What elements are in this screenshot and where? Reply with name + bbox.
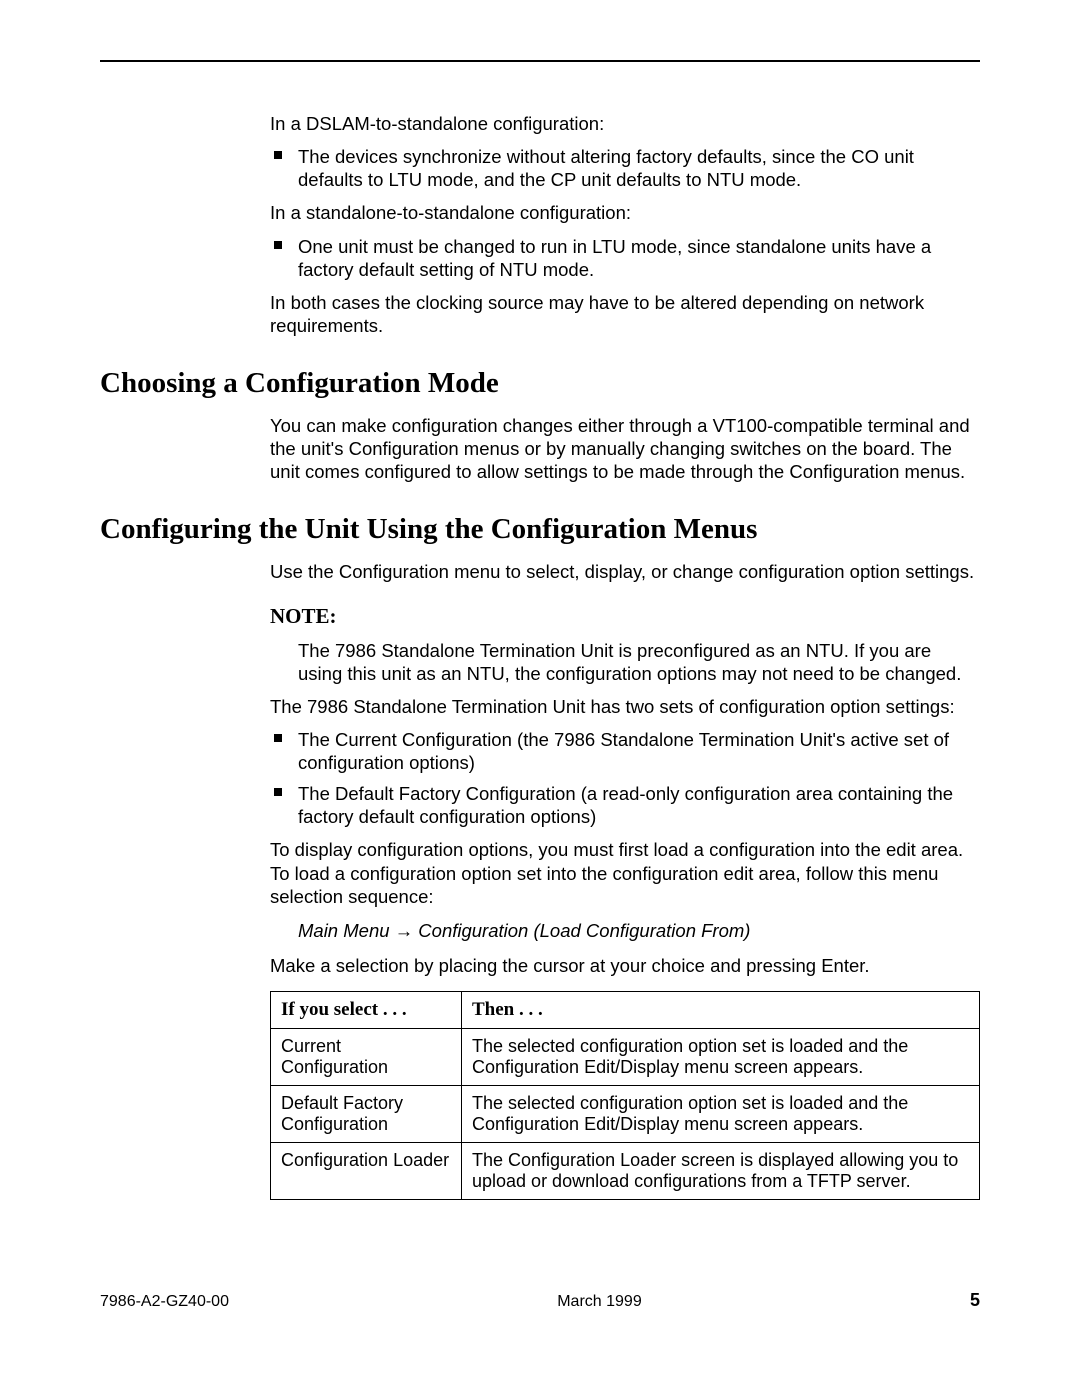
intro-list-1: The devices synchronize without altering…: [270, 145, 980, 191]
sec1-body: You can make configuration changes eithe…: [270, 414, 980, 483]
menuseq-part-b: Configuration (Load Configuration From): [413, 920, 750, 941]
sec2-bullet-1: The Current Configuration (the 7986 Stan…: [270, 728, 980, 774]
sec1-p1: You can make configuration changes eithe…: [270, 414, 980, 483]
sec2-list: The Current Configuration (the 7986 Stan…: [270, 728, 980, 829]
sec2-bullet-2: The Default Factory Configuration (a rea…: [270, 782, 980, 828]
page: In a DSLAM-to-standalone configuration: …: [0, 0, 1080, 1351]
intro-block: In a DSLAM-to-standalone configuration: …: [270, 112, 980, 337]
sec2-p4: Make a selection by placing the cursor a…: [270, 954, 980, 977]
intro-bullet-1: The devices synchronize without altering…: [270, 145, 980, 191]
table-row: Configuration Loader The Configuration L…: [271, 1142, 980, 1199]
intro-bullet-2: One unit must be changed to run in LTU m…: [270, 235, 980, 281]
intro-p2: In a standalone-to-standalone configurat…: [270, 201, 980, 224]
note-body: The 7986 Standalone Termination Unit is …: [298, 639, 980, 685]
arrow-icon: →: [395, 920, 414, 941]
cell-if: Default Factory Configuration: [271, 1085, 462, 1142]
cell-then: The selected configuration option set is…: [462, 1028, 980, 1085]
table-header-if: If you select . . .: [271, 991, 462, 1028]
sec2-p2: The 7986 Standalone Termination Unit has…: [270, 695, 980, 718]
table-row: Default Factory Configuration The select…: [271, 1085, 980, 1142]
table-row: Current Configuration The selected confi…: [271, 1028, 980, 1085]
footer-docid: 7986-A2-GZ40-00: [100, 1293, 229, 1311]
intro-p1: In a DSLAM-to-standalone configuration:: [270, 112, 980, 135]
cell-if: Configuration Loader: [271, 1142, 462, 1199]
cell-then: The selected configuration option set is…: [462, 1085, 980, 1142]
footer-date: March 1999: [557, 1293, 642, 1311]
intro-p3: In both cases the clocking source may ha…: [270, 291, 980, 337]
sec2-p3: To display configuration options, you mu…: [270, 838, 980, 907]
intro-list-2: One unit must be changed to run in LTU m…: [270, 235, 980, 281]
note-block: NOTE: The 7986 Standalone Termination Un…: [270, 604, 980, 685]
top-rule: [100, 60, 980, 62]
table-header-then: Then . . .: [462, 991, 980, 1028]
heading-choosing-mode: Choosing a Configuration Mode: [100, 367, 980, 400]
cell-if: Current Configuration: [271, 1028, 462, 1085]
heading-config-menus: Configuring the Unit Using the Configura…: [100, 513, 980, 546]
menuseq-part-a: Main Menu: [298, 920, 395, 941]
sec2-body: Use the Configuration menu to select, di…: [270, 560, 980, 1200]
selection-table: If you select . . . Then . . . Current C…: [270, 991, 980, 1200]
sec2-p1: Use the Configuration menu to select, di…: [270, 560, 980, 583]
footer-page-number: 5: [970, 1290, 980, 1311]
menu-sequence: Main Menu → Configuration (Load Configur…: [270, 920, 980, 942]
page-footer: 7986-A2-GZ40-00 March 1999 5: [100, 1290, 980, 1311]
cell-then: The Configuration Loader screen is displ…: [462, 1142, 980, 1199]
note-heading: NOTE:: [270, 604, 980, 629]
